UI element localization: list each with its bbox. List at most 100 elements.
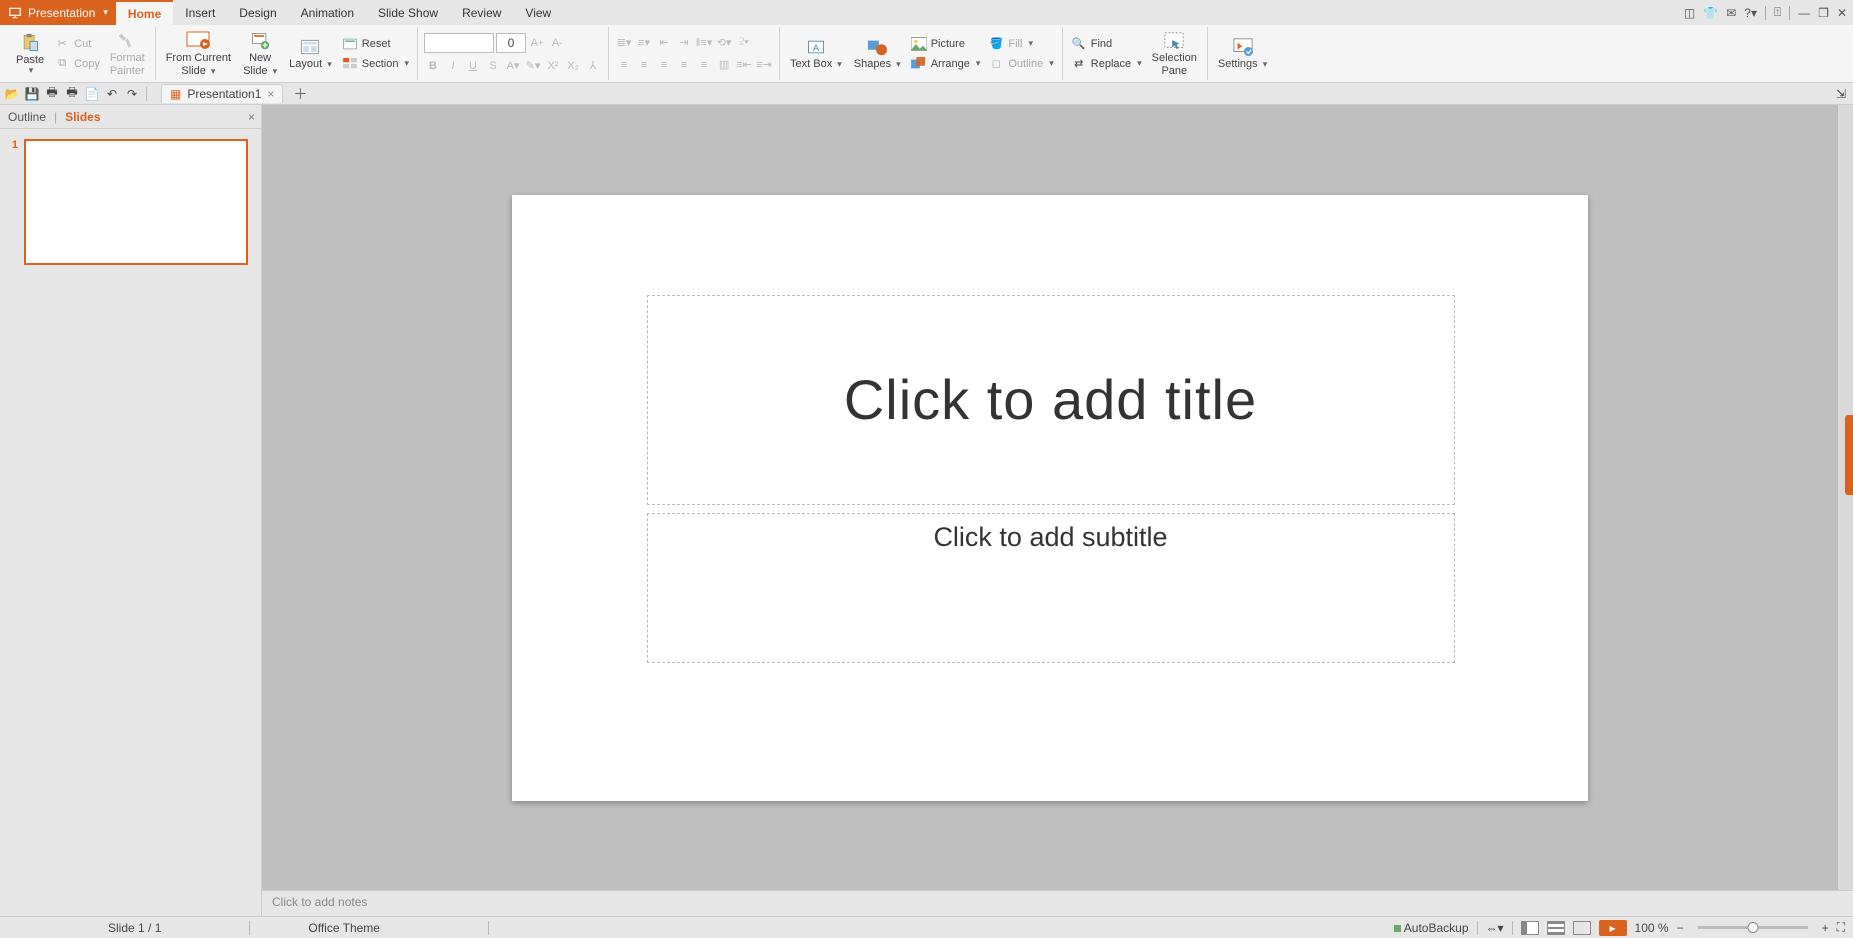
zoom-out-button[interactable]: − [1677,921,1684,935]
user-icon[interactable]: ◫ [1684,6,1695,20]
close-icon[interactable]: ✕ [1837,6,1847,20]
sorter-view-button[interactable] [1547,921,1565,935]
underline-button[interactable]: U [464,57,482,75]
replace-button[interactable]: ⇄Replace▾ [1069,55,1144,73]
from-current-slide-button[interactable]: From Current Slide ▾ [162,28,235,78]
paste-button[interactable]: Paste▾ [12,30,48,78]
highlight-button[interactable]: ✎▾ [524,57,542,75]
align-right-button[interactable]: ≡ [655,56,673,74]
feedback-icon[interactable]: ✉ [1726,6,1736,20]
app-menu-button[interactable]: Presentation ▾ [0,0,116,25]
reading-view-button[interactable] [1573,921,1591,935]
restore-icon[interactable]: ❐ [1818,6,1829,20]
vertical-scrollbar[interactable] [1837,105,1853,890]
italic-button[interactable]: I [444,57,462,75]
minimize-icon[interactable]: — [1798,6,1810,20]
outline-button[interactable]: ◻Outline▾ [986,55,1055,73]
layout-button[interactable]: Layout ▾ [285,34,336,72]
font-name-input[interactable] [424,33,494,53]
bold-button[interactable]: B [424,57,442,75]
qat-options-icon[interactable]: ⇲ [1833,86,1849,102]
selection-pane-icon [1163,31,1185,51]
zoom-thumb[interactable] [1747,922,1758,933]
right-edge-tab[interactable] [1845,415,1853,495]
skin-icon[interactable]: 👕 [1703,6,1718,20]
increase-indent-button[interactable]: ⇥ [675,34,693,52]
align-center-button[interactable]: ≡ [635,56,653,74]
arrange-button[interactable]: Arrange▾ [909,55,983,73]
help-icon[interactable]: ?▾ [1744,6,1757,20]
strikethrough-button[interactable]: S [484,57,502,75]
decrease-font-button[interactable]: A- [548,34,566,52]
tab-animation[interactable]: Animation [289,0,366,25]
distributed-button[interactable]: ≡ [695,56,713,74]
tab-design[interactable]: Design [227,0,288,25]
fit-icon[interactable]: ⇔▾ [1486,921,1504,935]
picture-button[interactable]: Picture [909,35,983,53]
copy-button[interactable]: ⧉Copy [52,55,102,73]
find-button[interactable]: 🔍Find [1069,35,1144,53]
bullets-button[interactable]: ≣▾ [615,34,633,52]
indent-left-button[interactable]: ≡⇤ [735,56,753,74]
normal-view-button[interactable] [1521,921,1539,935]
export-pdf-icon[interactable]: 📄 [84,86,100,102]
line-spacing-button[interactable]: ‖≡▾ [695,34,713,52]
new-slide-button[interactable]: New Slide ▾ [239,28,281,78]
subscript-button[interactable]: X₂ [564,57,582,75]
slideshow-button[interactable]: ▸ [1599,920,1627,936]
zoom-level[interactable]: 100 % [1635,921,1669,935]
superscript-button[interactable]: X² [544,57,562,75]
fill-button[interactable]: 🪣Fill▾ [986,35,1055,53]
align-left-button[interactable]: ≡ [615,56,633,74]
close-tab-icon[interactable]: × [267,87,274,101]
fit-to-window-button[interactable]: ⛶ [1837,920,1845,935]
close-panel-icon[interactable]: × [248,110,255,124]
text-box-button[interactable]: A Text Box ▾ [786,34,846,72]
autobackup-status[interactable]: AutoBackup [1394,921,1469,935]
format-painter-button[interactable]: Format Painter [106,28,149,78]
undo-icon[interactable]: ↶ [104,86,120,102]
subtitle-placeholder[interactable]: Click to add subtitle [647,513,1455,663]
save-icon[interactable]: 💾 [24,86,40,102]
document-tab[interactable]: ▦ Presentation1 × [161,84,283,103]
cut-button[interactable]: ✂Cut [52,35,102,53]
notes-pane[interactable]: Click to add notes [262,890,1853,916]
selection-pane-button[interactable]: Selection Pane [1148,28,1201,78]
tab-insert[interactable]: Insert [173,0,227,25]
align-text-button[interactable]: ⫆▾ [735,34,753,52]
print-preview-icon[interactable]: 🖶 [64,86,80,102]
side-panel: Outline | Slides × 1 [0,105,262,916]
open-icon[interactable]: 📂 [4,86,20,102]
settings-button[interactable]: Settings ▾ [1214,34,1271,72]
ribbon-toggle-icon[interactable]: ⍐ [1774,5,1781,20]
add-tab-button[interactable]: ＋ [293,84,307,104]
columns-button[interactable]: ▥ [715,56,733,74]
section-button[interactable]: Section▾ [340,55,411,73]
slides-tab[interactable]: Slides [65,110,100,124]
font-size-input[interactable]: 0 [496,33,526,53]
zoom-in-button[interactable]: + [1822,921,1829,935]
justify-button[interactable]: ≡ [675,56,693,74]
print-icon[interactable]: 🖶 [44,86,60,102]
text-direction-button[interactable]: ⟲▾ [715,34,733,52]
zoom-slider[interactable] [1698,926,1808,929]
slide-thumbnail[interactable] [24,139,248,265]
tab-slide-show[interactable]: Slide Show [366,0,450,25]
numbering-button[interactable]: ≡▾ [635,34,653,52]
slide-canvas[interactable]: Click to add title Click to add subtitle [262,105,1837,890]
tab-view[interactable]: View [513,0,563,25]
font-color-button[interactable]: A▾ [504,57,522,75]
presentation-file-icon: ▦ [170,87,181,101]
tab-review[interactable]: Review [450,0,513,25]
tab-home[interactable]: Home [116,0,173,25]
decrease-indent-button[interactable]: ⇤ [655,34,673,52]
redo-icon[interactable]: ↷ [124,86,140,102]
increase-font-button[interactable]: A+ [528,34,546,52]
title-placeholder[interactable]: Click to add title [647,295,1455,505]
reset-button[interactable]: Reset [340,35,411,53]
outline-tab[interactable]: Outline [8,110,46,124]
shapes-button[interactable]: Shapes ▾ [850,34,905,72]
chevron-down-icon: ▾ [976,58,981,69]
indent-right-button[interactable]: ≡⇥ [755,56,773,74]
clear-format-button[interactable]: ⅄ [584,57,602,75]
